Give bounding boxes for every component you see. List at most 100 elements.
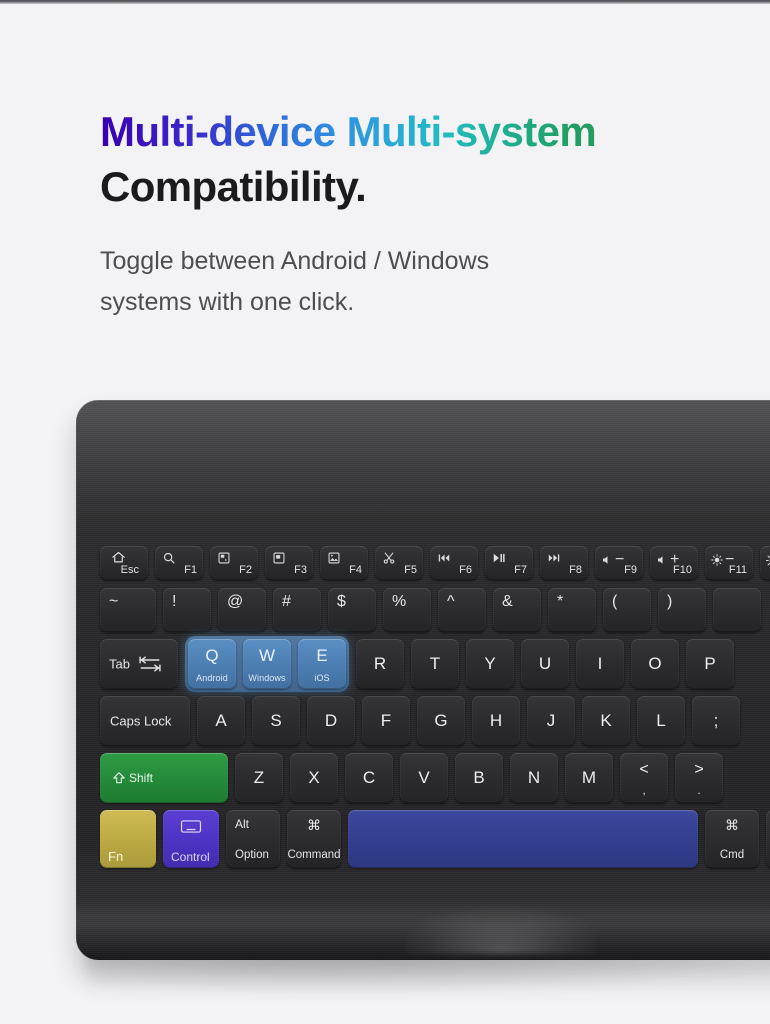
key-f1[interactable]: F1 <box>155 546 203 580</box>
key-y-label: Y <box>484 654 496 673</box>
key-f9[interactable]: − F9 <box>595 546 643 580</box>
key-z[interactable]: Z <box>235 753 283 803</box>
command-symbol-icon-right: ⌘ <box>725 817 739 833</box>
key-f[interactable]: F <box>362 696 410 746</box>
key-x-label: X <box>308 768 320 787</box>
key-f5[interactable]: F5 <box>375 546 423 580</box>
key-3-label: # <box>282 593 291 610</box>
home-icon <box>111 550 126 565</box>
volume-down-icon: − <box>601 551 624 569</box>
key-tilde[interactable]: ~ <box>100 588 156 632</box>
key-fn[interactable]: Fn <box>100 810 156 868</box>
key-8-label: * <box>557 593 564 610</box>
key-t[interactable]: T <box>411 639 459 689</box>
key-r[interactable]: R <box>356 639 404 689</box>
key-0-label: ) <box>667 593 673 610</box>
function-key-row: Esc F1 F2 F3 F4 F5 F6 F7 F8 − F9 + F10 −… <box>100 546 770 580</box>
key-1[interactable]: ! <box>163 588 211 632</box>
key-control[interactable]: Control <box>163 810 219 868</box>
modifier-key-row: Fn Control Alt Option ⌘ Command ⌘ Cmd <box>100 810 770 868</box>
key-w-windows[interactable]: W Windows <box>243 639 291 689</box>
key-n-label: N <box>527 768 541 787</box>
key-6[interactable]: ^ <box>438 588 486 632</box>
key-f1-label: F1 <box>184 564 197 576</box>
key-f7[interactable]: F7 <box>485 546 533 580</box>
key-n[interactable]: N <box>510 753 558 803</box>
key-semicolon[interactable]: ; <box>692 696 740 746</box>
key-f11[interactable]: − F11 <box>705 546 753 580</box>
screenshot-icon <box>217 551 231 565</box>
key-2[interactable]: @ <box>218 588 266 632</box>
key-3[interactable]: # <box>273 588 321 632</box>
key-4-label: $ <box>337 593 346 610</box>
key-shift-left[interactable]: Shift <box>100 753 228 803</box>
key-9[interactable]: ( <box>603 588 651 632</box>
key-m[interactable]: M <box>565 753 613 803</box>
key-y[interactable]: Y <box>466 639 514 689</box>
key-tab[interactable]: Tab <box>100 639 178 689</box>
key-o-label: O <box>648 654 662 673</box>
key-v[interactable]: V <box>400 753 448 803</box>
key-6-label: ^ <box>447 593 455 610</box>
key-p[interactable]: P <box>686 639 734 689</box>
key-f8[interactable]: F8 <box>540 546 588 580</box>
key-caps-lock-label: Caps Lock <box>110 713 172 729</box>
key-alt-option-left[interactable]: Alt Option <box>226 810 280 868</box>
key-5[interactable]: % <box>383 588 431 632</box>
key-u[interactable]: U <box>521 639 569 689</box>
key-spacebar[interactable] <box>348 810 698 868</box>
key-f12[interactable]: + F12 <box>760 546 770 580</box>
key-period[interactable]: > . <box>675 753 723 803</box>
key-f3[interactable]: F3 <box>265 546 313 580</box>
keyboard-bottom-edge-highlight <box>76 898 770 960</box>
key-l-label: L <box>656 711 666 730</box>
key-f2[interactable]: F2 <box>210 546 258 580</box>
key-q-system-label: Android <box>196 673 228 683</box>
key-command-left[interactable]: ⌘ Command <box>287 810 341 868</box>
key-8[interactable]: * <box>548 588 596 632</box>
key-0[interactable]: ) <box>658 588 706 632</box>
key-j[interactable]: J <box>527 696 575 746</box>
key-4[interactable]: $ <box>328 588 376 632</box>
key-f10-label: F10 <box>673 564 692 576</box>
key-caps-lock[interactable]: Caps Lock <box>100 696 190 746</box>
key-command-right[interactable]: ⌘ Cmd <box>705 810 759 868</box>
key-7[interactable]: & <box>493 588 541 632</box>
key-g[interactable]: G <box>417 696 465 746</box>
key-r-label: R <box>373 654 387 673</box>
key-q-android[interactable]: Q Android <box>188 639 236 689</box>
key-f6[interactable]: F6 <box>430 546 478 580</box>
key-x[interactable]: X <box>290 753 338 803</box>
key-minus[interactable] <box>713 588 761 632</box>
key-c[interactable]: C <box>345 753 393 803</box>
key-i[interactable]: I <box>576 639 624 689</box>
key-e-ios[interactable]: E iOS <box>298 639 346 689</box>
next-track-icon <box>547 551 561 565</box>
key-comma[interactable]: < , <box>620 753 668 803</box>
key-f2-label: F2 <box>239 564 252 576</box>
key-s[interactable]: S <box>252 696 300 746</box>
key-1-label: ! <box>172 593 177 610</box>
key-d[interactable]: D <box>307 696 355 746</box>
key-o[interactable]: O <box>631 639 679 689</box>
key-fn-label: Fn <box>108 849 124 864</box>
key-alt-bottom-label: Option <box>235 849 269 861</box>
key-a[interactable]: A <box>197 696 245 746</box>
headline-line-2: Compatibility. <box>100 163 367 211</box>
key-f10[interactable]: + F10 <box>650 546 698 580</box>
key-l[interactable]: L <box>637 696 685 746</box>
key-option-right[interactable]: ⌥ Option <box>766 810 770 868</box>
key-esc[interactable]: Esc <box>100 546 148 580</box>
key-k[interactable]: K <box>582 696 630 746</box>
key-b[interactable]: B <box>455 753 503 803</box>
key-tilde-label: ~ <box>109 593 119 610</box>
key-matrix: Esc F1 F2 F3 F4 F5 F6 F7 F8 − F9 + F10 −… <box>100 546 770 875</box>
play-pause-icon <box>492 551 506 565</box>
key-f5-label: F5 <box>404 564 417 576</box>
number-key-row: ~ ! @ # $ % ^ & * () <box>100 588 770 632</box>
keyboard-top-bezel-highlight <box>76 400 770 518</box>
option-symbol-icon: ⌥ <box>766 817 770 834</box>
key-cmd-right-label: Cmd <box>719 849 745 861</box>
key-h[interactable]: H <box>472 696 520 746</box>
key-f4[interactable]: F4 <box>320 546 368 580</box>
